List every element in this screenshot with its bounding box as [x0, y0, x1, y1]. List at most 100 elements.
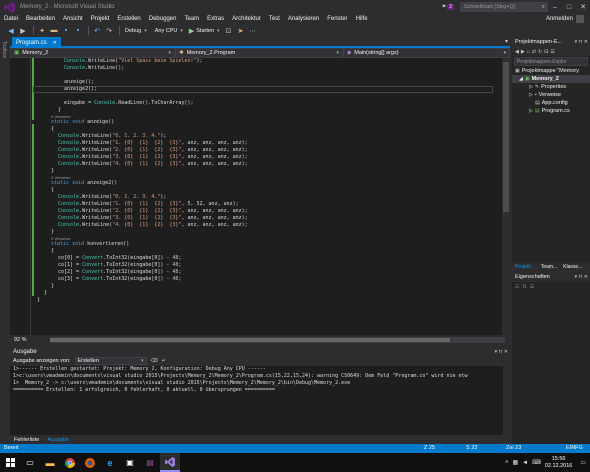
panel-window-buttons[interactable]: ▾ ⊓ ✕	[575, 39, 588, 45]
tree-item-solution[interactable]: ▣ Projektmappe "Memory	[512, 67, 590, 75]
tree-item-app-config[interactable]: ▤ App.config	[512, 99, 590, 107]
tree-item-program-cs[interactable]: ▷ ▤ Program.cs	[512, 107, 590, 115]
output-source-dropdown[interactable]: Erstellen ▾	[74, 357, 147, 365]
expand-arrow-icon[interactable]: ▷	[529, 108, 533, 114]
start-debugging-button[interactable]: ▶ Starten ▾	[189, 27, 220, 35]
tree-item-references[interactable]: ▷ ▪ Verweise	[512, 91, 590, 99]
sync-icon[interactable]: ⇄	[532, 49, 536, 55]
close-button[interactable]: ✕	[576, 0, 590, 14]
refresh-icon[interactable]: ↻	[538, 49, 542, 55]
categorized-icon[interactable]: ☷	[515, 284, 519, 290]
menu-test[interactable]: Test	[265, 16, 284, 22]
class-dropdown[interactable]: ✱ Memory_2.Program ▾	[175, 48, 343, 58]
horizontal-scroll-track[interactable]	[50, 337, 505, 343]
menu-fenster[interactable]: Fenster	[323, 16, 351, 22]
menu-bearbeiten[interactable]: Bearbeiten	[22, 16, 59, 22]
tab-solution-explorer[interactable]: Projekt...	[512, 262, 538, 271]
sign-in-button[interactable]: Anmelden	[546, 14, 584, 24]
new-project-icon[interactable]: ✦	[37, 26, 47, 36]
tab-list-dropdown-icon[interactable]: ▾	[505, 38, 508, 45]
menu-hilfe[interactable]: Hilfe	[352, 16, 372, 22]
tab-error-list[interactable]: Fehlerliste	[10, 437, 43, 443]
app-icon[interactable]: ▤	[140, 453, 160, 472]
menu-projekt[interactable]: Projekt	[87, 16, 114, 22]
horizontal-scroll-thumb[interactable]	[50, 338, 450, 342]
menu-extras[interactable]: Extras	[203, 16, 228, 22]
back-icon[interactable]: ◀	[6, 26, 16, 36]
code-line: Console.WriteLine("1. {0} {1} {2} {3}", …	[58, 140, 248, 146]
back-icon[interactable]: ◀	[515, 49, 519, 55]
word-wrap-icon[interactable]: ↵	[162, 358, 166, 364]
firefox-icon[interactable]	[80, 453, 100, 472]
solution-configuration-dropdown[interactable]: Debug ▾	[123, 26, 149, 35]
project-dropdown[interactable]: ▣ Memory_2 ▾	[10, 48, 175, 58]
menu-datei[interactable]: Datei	[0, 16, 22, 22]
save-all-icon[interactable]: ▪	[73, 26, 83, 36]
chrome-icon[interactable]	[60, 453, 80, 472]
store-icon[interactable]: ▣	[120, 453, 140, 472]
zoom-level[interactable]: 92 %	[14, 337, 46, 343]
tree-item-project[interactable]: ◢ ▣ Memory_2	[512, 75, 590, 83]
properties-icon[interactable]: ☰	[550, 49, 554, 55]
solution-search-input[interactable]: Projektmappen-Explor	[514, 57, 588, 66]
undo-icon[interactable]: ↶	[92, 26, 102, 36]
open-file-icon[interactable]: ▬	[49, 26, 59, 36]
member-dropdown[interactable]: ◆ Main(string[] args) ▾	[343, 48, 510, 58]
forward-icon[interactable]: ▶	[18, 26, 28, 36]
menu-analysieren[interactable]: Analysieren	[284, 16, 323, 22]
panel-window-buttons[interactable]: ▾ ⊓ ✕	[495, 349, 508, 355]
attach-icon[interactable]: ⊡	[224, 26, 234, 36]
tab-class-view[interactable]: Klasse...	[560, 262, 585, 271]
system-clock[interactable]: 15:56 02.12.2016	[545, 456, 573, 470]
save-icon[interactable]: ▪	[61, 26, 71, 36]
network-icon[interactable]: ▦	[513, 459, 519, 466]
collapse-all-icon[interactable]: ⊟	[544, 49, 548, 55]
tab-team-explorer[interactable]: Team...	[538, 262, 560, 271]
step-icon[interactable]: ➤	[236, 26, 246, 36]
output-text[interactable]: 1>------ Erstellen gestartet: Projekt: M…	[10, 366, 510, 394]
menu-architektur[interactable]: Architektur	[228, 16, 265, 22]
file-explorer-icon[interactable]: ▬	[40, 453, 60, 472]
expand-arrow-icon[interactable]: ◢	[519, 76, 523, 82]
maximize-button[interactable]: □	[562, 0, 576, 14]
toolbox-strip[interactable]: Toolbox	[0, 37, 10, 343]
tab-output[interactable]: Ausgabe	[43, 437, 73, 443]
quick-launch-input[interactable]: Schnellstart (Strg+Q) ⌕	[460, 2, 548, 12]
notifications-button[interactable]: ⚑ 2	[442, 4, 454, 10]
output-vertical-scrollbar[interactable]	[503, 366, 510, 435]
tree-item-properties[interactable]: ▷ ✎ Properties	[512, 83, 590, 91]
edge-icon[interactable]: e	[100, 453, 120, 472]
expand-arrow-icon[interactable]: ▷	[529, 84, 533, 90]
task-view-icon[interactable]: ▭	[20, 453, 40, 472]
close-tab-icon[interactable]: ✕	[53, 40, 57, 46]
toolbox-tab[interactable]: Toolbox	[1, 41, 7, 58]
redo-icon[interactable]: ↷	[104, 26, 114, 36]
forward-icon[interactable]: ▶	[521, 49, 525, 55]
scroll-thumb[interactable]	[503, 62, 509, 212]
input-language-icon[interactable]: ⌨	[532, 459, 541, 466]
expand-arrow-icon[interactable]: ▷	[529, 92, 533, 98]
editor-horizontal-scrollbar: 92 %	[10, 335, 510, 345]
alphabetical-icon[interactable]: ⇅	[522, 284, 526, 290]
chevron-up-icon[interactable]: ˄	[505, 460, 509, 466]
panel-window-buttons[interactable]: ▾ ⊓ ✕	[575, 274, 588, 280]
minimize-button[interactable]: –	[548, 0, 562, 14]
menu-debuggen[interactable]: Debuggen	[145, 16, 181, 22]
action-center-icon[interactable]: ▭	[580, 459, 586, 466]
panel-title: Ausgabe	[13, 348, 37, 355]
menu-team[interactable]: Team	[180, 16, 203, 22]
solution-platform-dropdown[interactable]: Any CPU ▾	[153, 26, 185, 35]
menu-erstellen[interactable]: Erstellen	[113, 16, 144, 22]
toolbar-options-icon[interactable]: ⋯	[248, 26, 258, 36]
code-editor[interactable]: Console.WriteLine("Viel Spass beim Spiel…	[10, 58, 510, 335]
property-pages-icon[interactable]: ☰	[530, 284, 534, 290]
tab-program-cs[interactable]: Program.cs ✕	[12, 37, 61, 48]
home-icon[interactable]: ⌂	[527, 49, 530, 55]
code-line: Console.WriteLine("4. {0} {1} {2} {3}", …	[58, 222, 248, 228]
editor-vertical-scrollbar[interactable]	[502, 58, 510, 335]
visual-studio-taskbar-icon[interactable]	[160, 453, 180, 472]
volume-icon[interactable]: ◄	[522, 460, 528, 466]
windows-start-icon[interactable]	[0, 453, 20, 472]
menu-ansicht[interactable]: Ansicht	[59, 16, 87, 22]
clear-all-icon[interactable]: ⌫	[151, 358, 158, 364]
